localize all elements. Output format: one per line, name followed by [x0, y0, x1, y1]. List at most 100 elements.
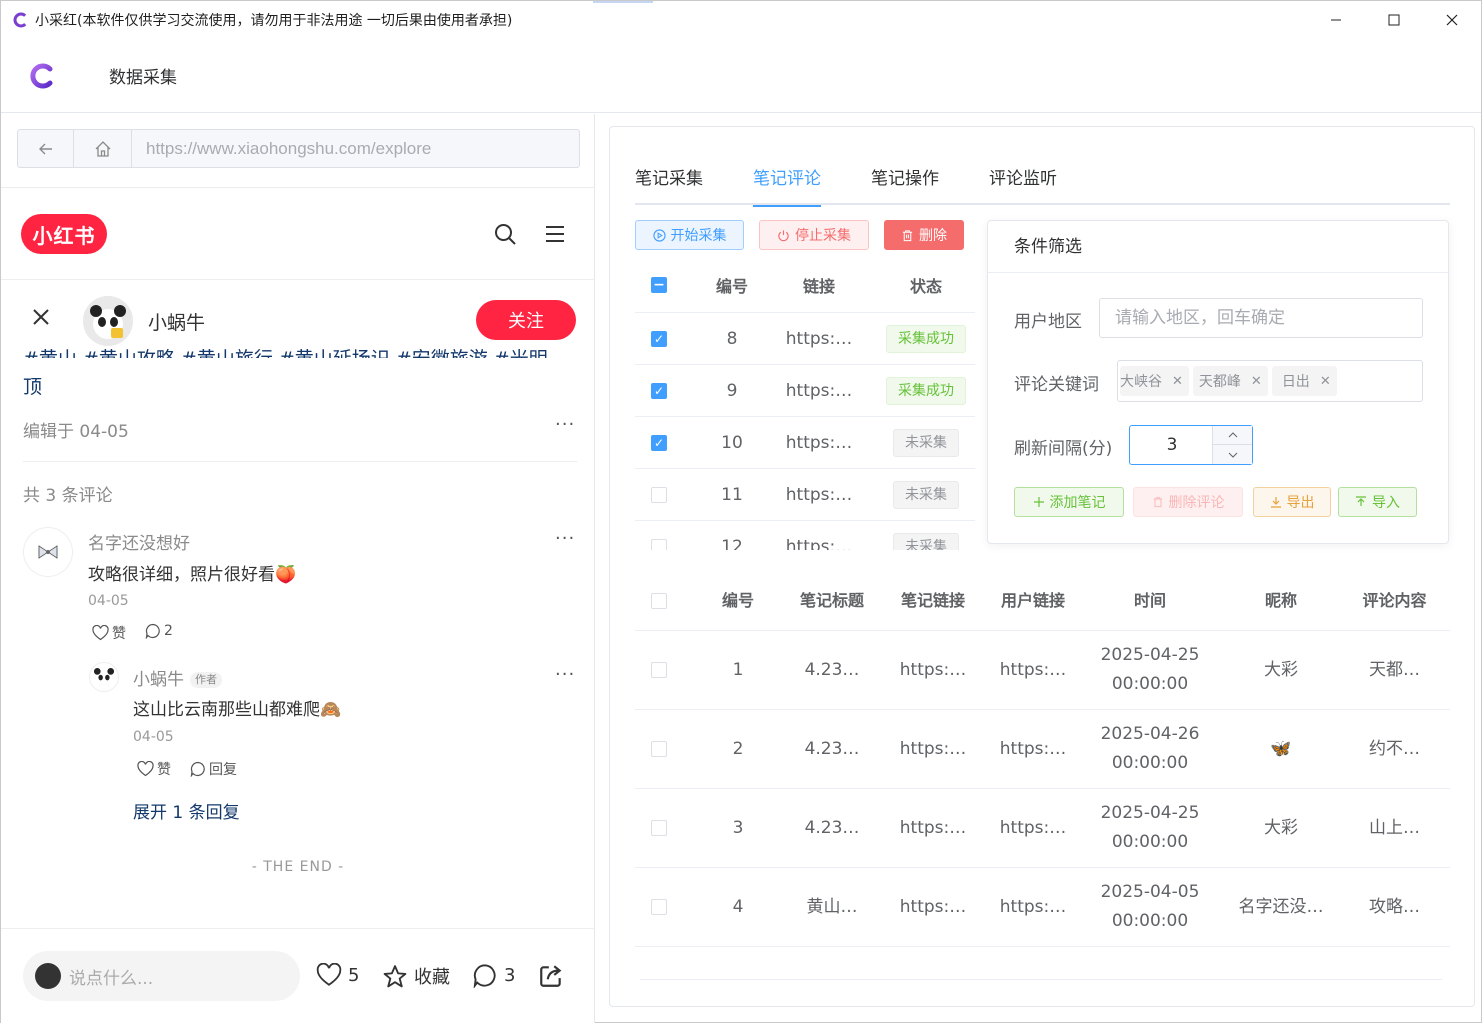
note-tags-cont[interactable]: 顶 [23, 372, 42, 399]
row-checkbox[interactable] [651, 741, 667, 757]
upload-icon [1356, 496, 1366, 506]
avatar[interactable] [83, 296, 133, 346]
close-window-button[interactable] [1423, 1, 1481, 39]
status-badge: 采集成功 [886, 324, 966, 353]
like-button[interactable]: 赞 [92, 623, 126, 643]
comment-author[interactable]: 名字还没想好 [88, 529, 190, 554]
stop-collect-button[interactable]: 停止采集 [759, 220, 869, 250]
interval-value[interactable]: 3 [1130, 426, 1214, 464]
row-note-link[interactable]: https:… [883, 631, 983, 709]
search-icon[interactable] [493, 222, 517, 246]
table-row[interactable]: 2 4.23… https:… https:… 2025-04-26 00:00:… [635, 710, 1450, 789]
note-tags[interactable]: #黄山 #黄山攻略 #黄山旅行 #黄山延场识 #安徽旅游 #光明 [23, 344, 573, 358]
row-user-link[interactable]: https:… [983, 710, 1083, 788]
tab-note-comments[interactable]: 笔记评论 [753, 167, 821, 207]
table-row[interactable]: 3 4.23… https:… https:… 2025-04-25 00:00:… [635, 789, 1450, 868]
row-checkbox[interactable]: ✓ [651, 382, 667, 399]
row-time: 2025-04-25 00:00:00 [1085, 631, 1215, 709]
reply-author[interactable]: 小蜗牛 作者 [133, 665, 222, 690]
table-row[interactable]: 4 黄山… https:… https:… 2025-04-05 00:00:00… [635, 868, 1450, 947]
author-name[interactable]: 小蜗牛 [148, 308, 205, 335]
tab-comment-monitor[interactable]: 评论监听 [989, 167, 1057, 205]
row-checkbox[interactable] [651, 538, 667, 550]
select-all-checkbox[interactable]: − [651, 276, 667, 293]
row-checkbox[interactable] [651, 820, 667, 836]
row-checkbox[interactable]: ✓ [651, 330, 667, 347]
minimize-button[interactable] [1307, 1, 1365, 39]
menu-icon[interactable] [543, 222, 567, 246]
import-button[interactable]: 导入 [1338, 487, 1417, 517]
collect-button[interactable]: 收藏 [382, 963, 450, 989]
table-row[interactable]: 11 https:… 未采集 [635, 469, 975, 521]
comment-input[interactable]: 说点什么... [23, 951, 300, 1001]
row-checkbox[interactable] [651, 662, 667, 678]
comment-count-button[interactable]: 3 [472, 963, 515, 988]
row-clock: 00:00:00 [1111, 674, 1189, 694]
more-icon[interactable]: ··· [555, 664, 575, 685]
close-icon[interactable]: ✕ [1320, 374, 1331, 389]
table-row[interactable]: 12 https:… 未采集 [635, 521, 975, 550]
avatar[interactable] [23, 527, 73, 577]
row-note-link[interactable]: https:… [883, 710, 983, 788]
row-link[interactable]: https:… [781, 469, 857, 520]
close-icon[interactable]: ✕ [1251, 374, 1262, 389]
start-collect-label: 开始采集 [670, 228, 727, 244]
more-icon[interactable]: ··· [555, 528, 575, 549]
add-note-button[interactable]: 添加笔记 [1014, 487, 1124, 517]
reply-button[interactable]: 回复 [190, 759, 237, 779]
maximize-button[interactable] [1365, 1, 1423, 39]
row-content: 攻略… [1369, 896, 1420, 917]
row-note-link[interactable]: https:… [883, 789, 983, 867]
region-input[interactable]: 请输入地区，回车确定 [1099, 298, 1423, 338]
keywords-select[interactable]: 大峡谷 ✕ 天都峰 ✕ 日出 ✕ [1117, 360, 1423, 402]
tab-note-operations[interactable]: 笔记操作 [871, 167, 939, 205]
increase-button[interactable] [1213, 426, 1252, 445]
tab-note-collect[interactable]: 笔记采集 [635, 167, 703, 205]
row-link[interactable]: https:… [781, 365, 857, 416]
delete-comment-label: 删除评论 [1168, 495, 1225, 511]
table-scrollbar-track[interactable] [640, 979, 1442, 980]
like-button[interactable]: 赞 [137, 759, 171, 779]
share-icon [540, 965, 562, 987]
row-link[interactable]: https:… [781, 521, 857, 551]
heart-icon [316, 963, 342, 986]
row-date: 2025-04-05 [1100, 882, 1200, 902]
table-row[interactable]: ✓ 10 https:… 未采集 [635, 417, 975, 469]
table-row[interactable]: 1 4.23… https:… https:… 2025-04-25 00:00:… [635, 631, 1450, 710]
row-link[interactable]: https:… [781, 313, 857, 364]
follow-button[interactable]: 关注 [476, 300, 576, 340]
home-button[interactable] [74, 130, 132, 167]
like-note-button[interactable]: 5 [316, 963, 359, 987]
row-checkbox[interactable] [651, 486, 667, 503]
start-collect-button[interactable]: 开始采集 [635, 220, 744, 250]
row-content: 山上… [1369, 817, 1420, 838]
delete-comment-button[interactable]: 删除评论 [1133, 487, 1243, 517]
nav-data-collection[interactable]: 数据采集 [109, 63, 177, 88]
close-icon[interactable]: ✕ [1172, 374, 1183, 389]
xhs-logo[interactable]: 小红书 [21, 214, 107, 254]
row-checkbox[interactable]: ✓ [651, 434, 667, 451]
table-row[interactable]: ✓ 8 https:… 采集成功 [635, 313, 975, 365]
select-all-checkbox[interactable] [651, 592, 667, 609]
more-icon[interactable]: ··· [555, 414, 575, 435]
reply-count-button[interactable]: 2 [145, 623, 173, 639]
row-user-link[interactable]: https:… [983, 631, 1083, 709]
table-row[interactable]: ✓ 9 https:… 采集成功 [635, 365, 975, 417]
interval-stepper[interactable]: 3 [1129, 425, 1253, 465]
header-content: 评论内容 [1362, 591, 1427, 610]
close-note-button[interactable] [31, 306, 51, 332]
row-checkbox[interactable] [651, 899, 667, 915]
row-note-link[interactable]: https:… [883, 868, 983, 946]
status-badge: 未采集 [893, 480, 959, 509]
row-link[interactable]: https:… [781, 417, 857, 468]
expand-replies-link[interactable]: 展开 1 条回复 [133, 798, 240, 823]
url-input[interactable]: https://www.xiaohongshu.com/explore [146, 139, 431, 159]
decrease-button[interactable] [1213, 445, 1252, 464]
export-button[interactable]: 导出 [1253, 487, 1331, 517]
delete-button[interactable]: 删除 [884, 220, 964, 250]
row-user-link[interactable]: https:… [983, 868, 1083, 946]
share-button[interactable] [538, 963, 564, 989]
back-button[interactable] [18, 130, 74, 167]
avatar[interactable] [89, 662, 119, 692]
row-user-link[interactable]: https:… [983, 789, 1083, 867]
